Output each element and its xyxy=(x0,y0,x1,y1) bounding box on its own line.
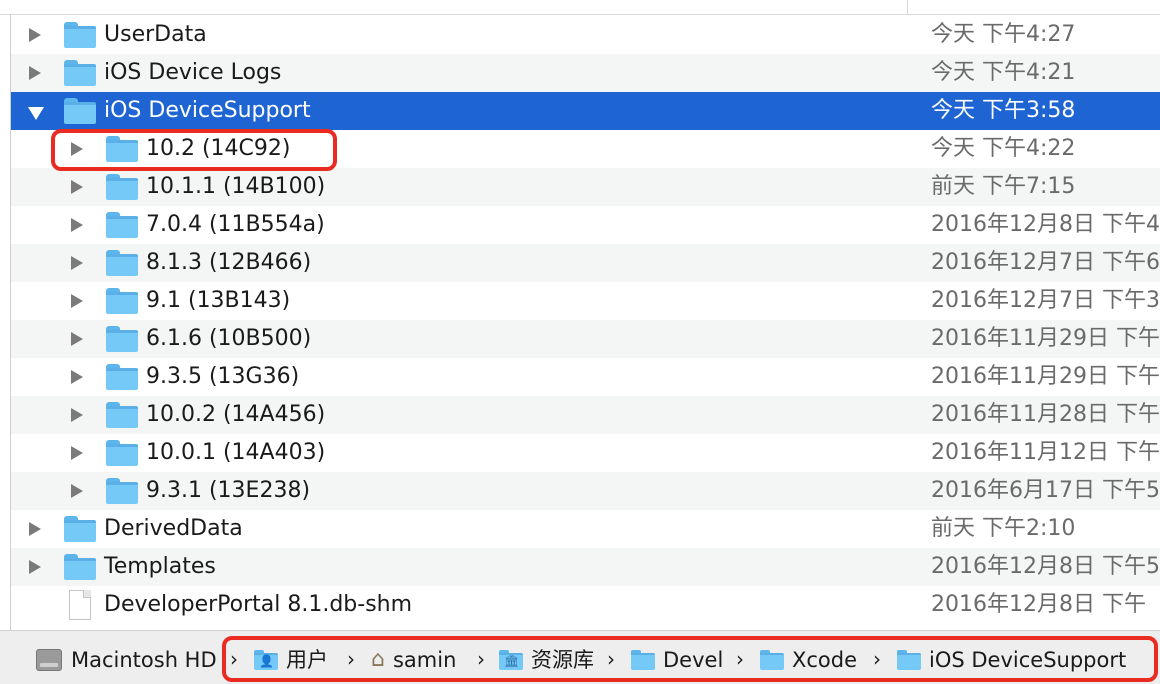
item-date: 2016年12月8日 下午5 xyxy=(931,554,1160,579)
list-item[interactable]: 10.0.1 (14A403) 2016年11月12日 下午 xyxy=(11,434,1160,472)
path-segment-label: Macintosh HD xyxy=(71,648,217,672)
folder-icon xyxy=(106,288,138,314)
item-name: iOS DeviceSupport xyxy=(104,98,311,123)
item-name: DerivedData xyxy=(104,516,243,541)
disclosure-triangle-icon[interactable] xyxy=(29,522,41,536)
list-item[interactable]: 10.0.2 (14A456) 2016年11月28日 下午 xyxy=(11,396,1160,434)
item-date: 2016年12月7日 下午6 xyxy=(931,250,1160,275)
item-name: 8.1.3 (12B466) xyxy=(146,250,312,275)
disclosure-triangle-icon[interactable] xyxy=(71,446,83,460)
item-name: 9.3.1 (13E238) xyxy=(146,478,311,503)
disclosure-triangle-icon[interactable] xyxy=(71,332,83,346)
list-item[interactable]: iOS Device Logs 今天 下午4:21 xyxy=(11,54,1160,92)
disclosure-triangle-icon[interactable] xyxy=(71,294,83,308)
item-date: 2016年6月17日 下午5 xyxy=(931,478,1160,503)
item-date: 今天 下午4:21 xyxy=(931,60,1076,85)
list-item[interactable]: DerivedData 前天 下午2:10 xyxy=(11,510,1160,548)
item-name: 6.1.6 (10B500) xyxy=(146,326,312,351)
annotation-highlight-box xyxy=(51,129,337,171)
item-date: 2016年11月12日 下午 xyxy=(931,440,1160,465)
column-divider[interactable] xyxy=(907,0,908,14)
folder-icon xyxy=(64,60,96,86)
folder-icon xyxy=(106,250,138,276)
list-item-selected[interactable]: iOS DeviceSupport 今天 下午3:58 xyxy=(11,92,1160,130)
item-date: 今天 下午4:22 xyxy=(931,136,1076,161)
item-date: 2016年12月7日 下午3 xyxy=(931,288,1160,313)
annotation-path-highlight-box xyxy=(222,636,1158,682)
folder-icon xyxy=(106,402,138,428)
disclosure-triangle-open-icon[interactable] xyxy=(28,107,44,120)
folder-icon xyxy=(106,174,138,200)
item-name: 9.3.5 (13G36) xyxy=(146,364,300,389)
disclosure-triangle-icon[interactable] xyxy=(29,28,41,42)
item-name: DeveloperPortal 8.1.db-shm xyxy=(104,592,413,617)
item-name: iOS Device Logs xyxy=(104,60,282,85)
list-item[interactable]: 6.1.6 (10B500) 2016年11月29日 下午 xyxy=(11,320,1160,358)
folder-icon xyxy=(106,326,138,352)
list-item[interactable]: 7.0.4 (11B554a) 2016年12月8日 下午4 xyxy=(11,206,1160,244)
item-date: 2016年12月8日 下午 xyxy=(931,592,1146,617)
list-item[interactable]: 9.1 (13B143) 2016年12月7日 下午3 xyxy=(11,282,1160,320)
folder-icon xyxy=(64,98,96,124)
disclosure-triangle-icon[interactable] xyxy=(71,370,83,384)
disclosure-triangle-icon[interactable] xyxy=(71,408,83,422)
item-name: Templates xyxy=(104,554,216,579)
disclosure-triangle-icon[interactable] xyxy=(71,218,83,232)
item-date: 前天 下午7:15 xyxy=(931,174,1076,199)
list-item[interactable]: UserData 今天 下午4:27 xyxy=(11,16,1160,54)
folder-icon xyxy=(106,440,138,466)
item-date: 2016年11月29日 下午 xyxy=(931,364,1160,389)
folder-icon xyxy=(64,516,96,542)
item-name: 7.0.4 (11B554a) xyxy=(146,212,325,237)
item-date: 今天 下午4:27 xyxy=(931,22,1076,47)
list-item[interactable]: 10.1.1 (14B100) 前天 下午7:15 xyxy=(11,168,1160,206)
folder-icon xyxy=(64,554,96,580)
folder-icon xyxy=(106,478,138,504)
list-item[interactable]: 8.1.3 (12B466) 2016年12月7日 下午6 xyxy=(11,244,1160,282)
item-date: 2016年11月29日 下午 xyxy=(931,326,1160,351)
item-name: UserData xyxy=(104,22,207,47)
document-icon xyxy=(69,590,91,620)
list-item[interactable]: 9.3.5 (13G36) 2016年11月29日 下午 xyxy=(11,358,1160,396)
item-date: 2016年11月28日 下午 xyxy=(931,402,1160,427)
item-name: 10.0.1 (14A403) xyxy=(146,440,326,465)
list-item[interactable]: DeveloperPortal 8.1.db-shm 2016年12月8日 下午 xyxy=(11,586,1160,624)
disclosure-triangle-icon[interactable] xyxy=(29,560,41,574)
path-segment-macintosh-hd[interactable]: Macintosh HD xyxy=(36,645,217,674)
item-date: 2016年12月8日 下午4 xyxy=(931,212,1160,237)
file-list: UserData 今天 下午4:27 iOS Device Logs 今天 下午… xyxy=(11,16,1160,624)
item-name: 10.1.1 (14B100) xyxy=(146,174,326,199)
folder-icon xyxy=(106,364,138,390)
item-date: 今天 下午3:58 xyxy=(931,98,1076,123)
disclosure-triangle-icon[interactable] xyxy=(29,66,41,80)
item-name: 10.0.2 (14A456) xyxy=(146,402,326,427)
disclosure-triangle-icon[interactable] xyxy=(71,484,83,498)
list-item[interactable]: Templates 2016年12月8日 下午5 xyxy=(11,548,1160,586)
item-date: 前天 下午2:10 xyxy=(931,516,1076,541)
column-header-strip xyxy=(0,0,1160,15)
list-item[interactable]: 9.3.1 (13E238) 2016年6月17日 下午5 xyxy=(11,472,1160,510)
folder-icon xyxy=(64,22,96,48)
item-name: 9.1 (13B143) xyxy=(146,288,291,313)
disclosure-triangle-icon[interactable] xyxy=(71,256,83,270)
disclosure-triangle-icon[interactable] xyxy=(71,180,83,194)
folder-icon xyxy=(106,212,138,238)
hard-drive-icon xyxy=(36,649,62,671)
